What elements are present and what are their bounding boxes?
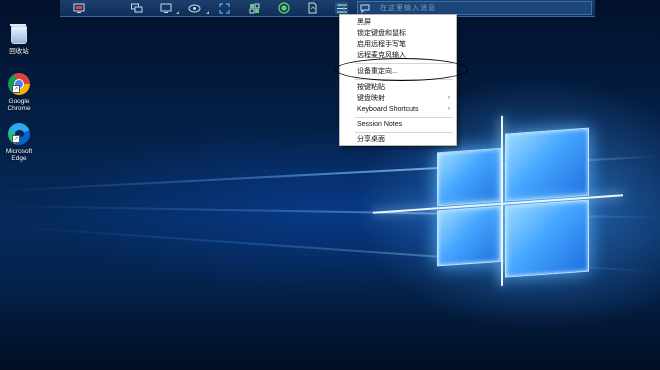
menu-item-lock-keyboard-mouse[interactable]: 锁定键盘和鼠标 (340, 28, 456, 39)
chat-input[interactable]: 在这里输入消息 (357, 1, 592, 15)
logo-glow (501, 115, 503, 286)
record-icon[interactable] (277, 2, 290, 14)
menu-item-session-notes[interactable]: Session Notes (340, 119, 456, 130)
desktop-icon-label: 回收站 (9, 48, 29, 55)
menu-item-share-desktop[interactable]: 分享桌面 (340, 134, 456, 145)
settings-icon[interactable] (335, 2, 348, 14)
view-icon[interactable] (188, 2, 201, 14)
submenu-arrow-icon: › (448, 95, 450, 101)
file-icon[interactable] (306, 2, 319, 14)
remote-toolbar: 在这里输入消息 (60, 0, 595, 17)
chat-placeholder: 在这里输入消息 (380, 5, 436, 12)
logo-pane (437, 205, 501, 267)
display-icon[interactable] (159, 2, 172, 14)
desktop-icon-recycle-bin[interactable]: 回收站 (2, 24, 36, 55)
floor-shade (0, 300, 660, 370)
desktop-background (0, 0, 660, 370)
multi-monitor-icon[interactable] (130, 2, 143, 14)
fullscreen-icon[interactable] (218, 2, 231, 14)
keyboard-icon[interactable] (248, 2, 261, 14)
menu-item-keyboard-shortcuts[interactable]: Keyboard Shortcuts › (340, 104, 456, 115)
menu-item-keyboard-mapping[interactable]: 键盘映射 › (340, 93, 456, 104)
recycle-bin-icon (10, 24, 27, 44)
desktop-icon-label: Google Chrome (7, 98, 31, 112)
windows-logo (373, 115, 623, 290)
shortcut-arrow-icon: ↗ (12, 85, 20, 93)
menu-separator (355, 132, 453, 133)
desktop-icon-edge[interactable]: ↗ Microsoft Edge (2, 123, 36, 162)
logo-pane (505, 199, 589, 278)
menu-separator (355, 117, 453, 118)
chat-bubble-icon (358, 4, 372, 13)
logo-pane (505, 127, 589, 202)
highlight-annotation-oval (335, 58, 468, 81)
shortcut-arrow-icon: ↗ (12, 135, 20, 143)
monitor-icon[interactable] (72, 2, 85, 14)
submenu-arrow-icon: › (448, 106, 450, 112)
menu-item-key-paste[interactable]: 按键粘贴 (340, 82, 456, 93)
desktop-icon-chrome[interactable]: ↗ Google Chrome (2, 73, 36, 112)
logo-pane (437, 147, 501, 207)
dropdown-caret-icon[interactable] (205, 10, 209, 14)
desktop-icon-label: Microsoft Edge (5, 148, 33, 162)
menu-item-black-screen[interactable]: 黑屏 (340, 17, 456, 28)
menu-item-remote-stylus[interactable]: 启用远程手写笔 (340, 39, 456, 50)
dropdown-caret-icon[interactable] (175, 10, 179, 14)
